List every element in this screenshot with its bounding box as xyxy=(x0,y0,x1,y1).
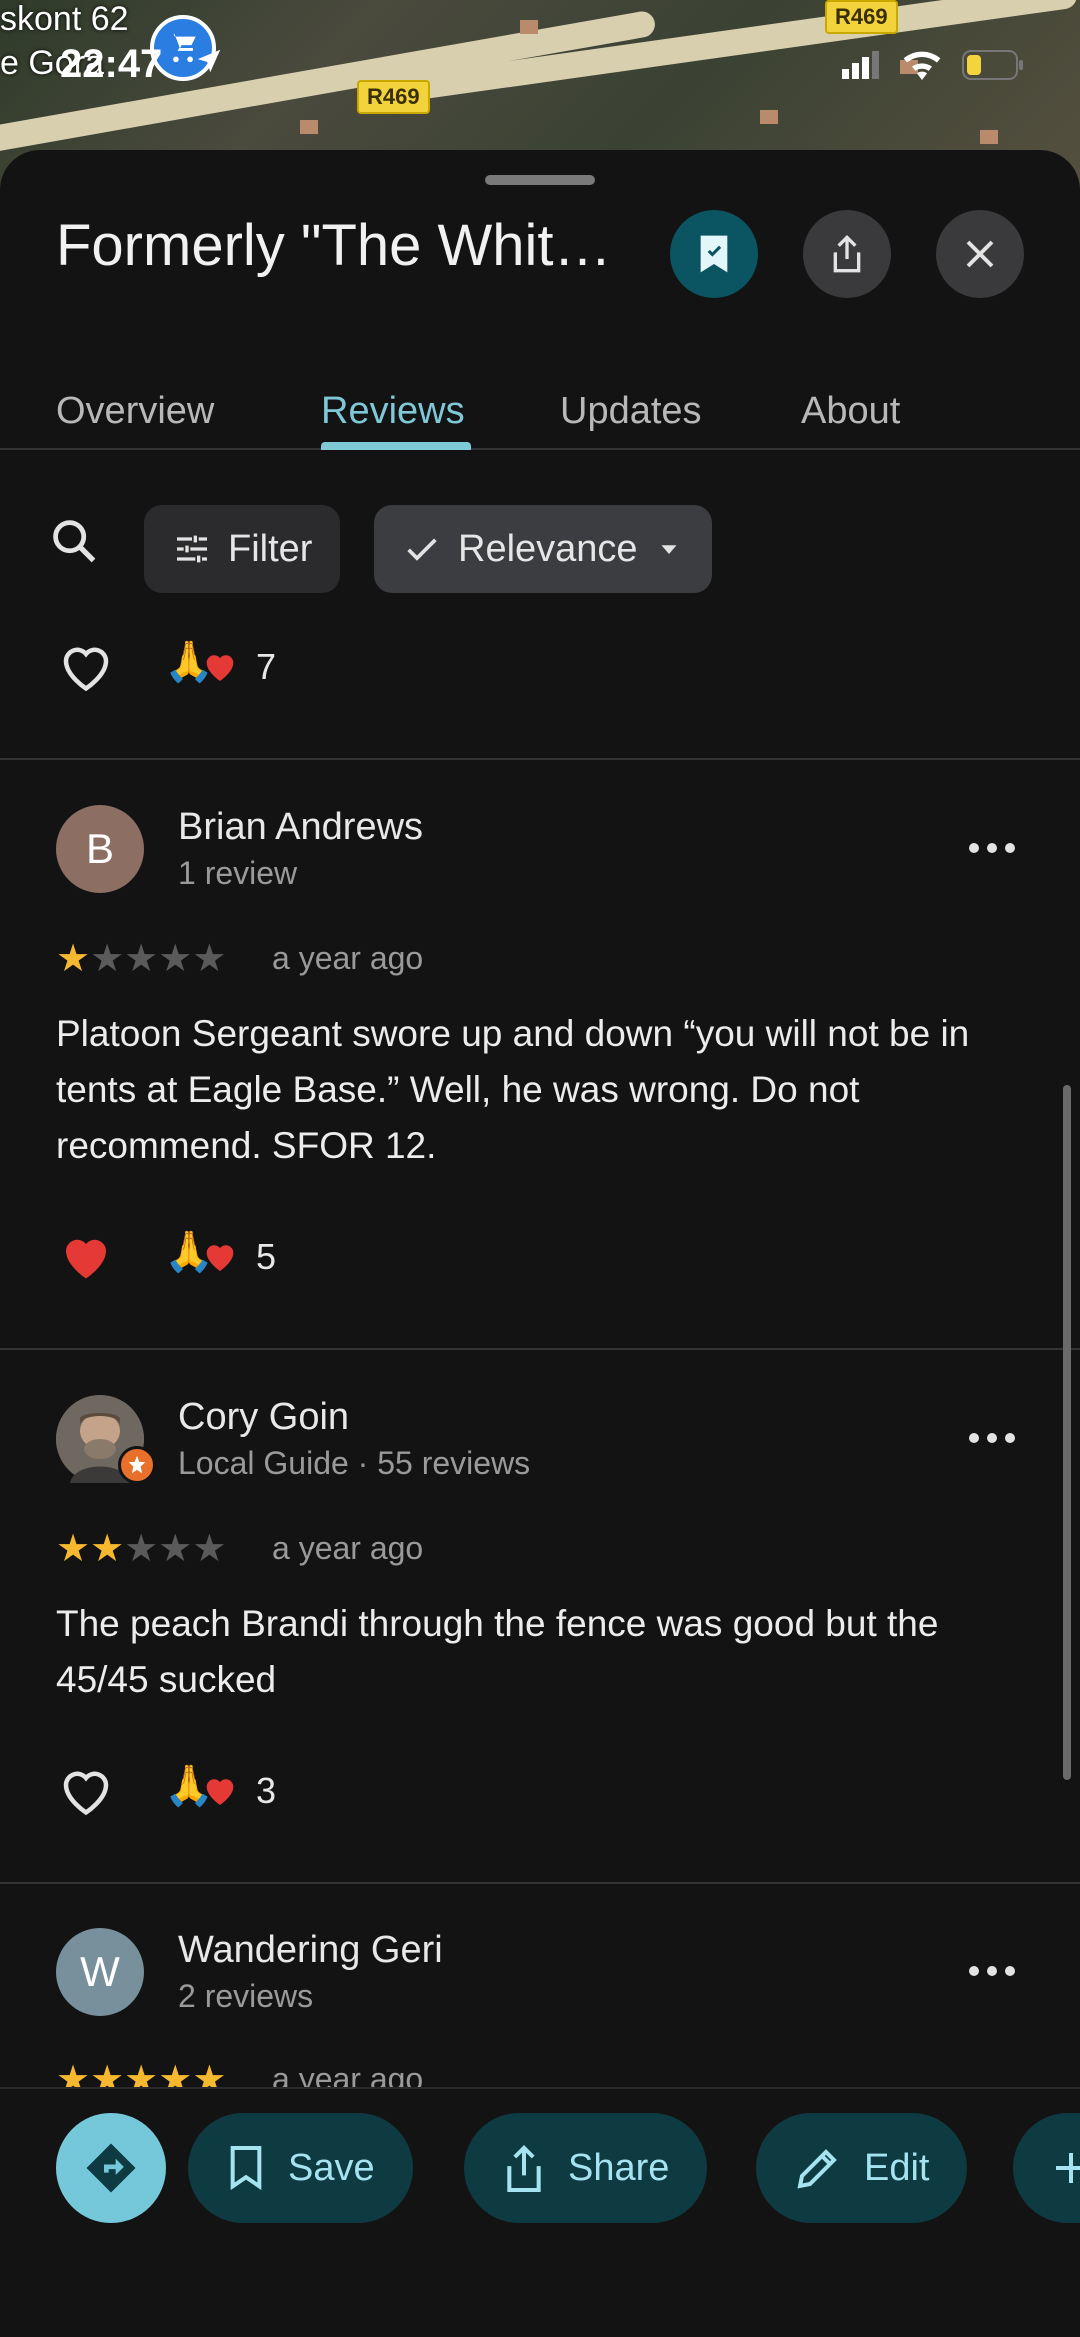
heart-emoji-icon xyxy=(206,655,234,681)
like-button[interactable] xyxy=(56,1228,116,1289)
close-icon xyxy=(966,240,994,268)
map-road-tag: R469 xyxy=(825,0,898,34)
location-arrow-icon xyxy=(197,49,221,73)
heart-emoji-icon xyxy=(206,1245,234,1271)
star-empty-icon: ★ xyxy=(124,1528,158,1570)
pencil-icon xyxy=(797,2149,837,2189)
heart-outline-icon xyxy=(63,1771,109,1816)
reaction-count: 7 xyxy=(256,646,277,687)
reviewer-name[interactable]: Brian Andrews xyxy=(178,806,423,849)
share-icon xyxy=(507,2144,541,2193)
more-options-icon[interactable] xyxy=(969,838,1029,858)
edit-button[interactable]: Edit xyxy=(756,2113,968,2223)
review-date: a year ago xyxy=(272,1530,424,1566)
bottom-action-bar: Save Share Edit xyxy=(0,2087,1080,2337)
bookmark-saved-icon xyxy=(700,235,728,273)
place-sheet: Formerly "The Whit… Overview Reviews Upd… xyxy=(0,150,1080,2337)
filter-label: Filter xyxy=(228,527,313,570)
reviewer-meta: Local Guide · 55 reviews xyxy=(178,1445,531,1481)
reviewer-name[interactable]: Wandering Geri xyxy=(178,1929,443,1972)
map-road-tag: R469 xyxy=(357,80,430,114)
more-options-icon[interactable] xyxy=(969,1961,1029,1981)
more-actions-button[interactable] xyxy=(1013,2113,1080,2223)
search-reviews-button[interactable] xyxy=(48,515,100,572)
place-title: Formerly "The Whit… xyxy=(56,213,612,278)
sort-relevance-chip[interactable]: Relevance xyxy=(374,505,712,593)
heart-emoji-icon xyxy=(206,1779,234,1805)
status-time: 22:47 xyxy=(60,42,163,86)
saved-button[interactable] xyxy=(670,210,758,298)
map-place-label: skont 62 xyxy=(0,0,129,38)
reviewer-meta: 1 review xyxy=(178,855,298,891)
star-filled-icon: ★ xyxy=(90,1528,124,1570)
review-divider xyxy=(0,1882,1080,1884)
review-text: The peach Brandi through the fence was g… xyxy=(56,1603,939,1700)
reaction-count: 5 xyxy=(256,1236,277,1277)
avatar[interactable]: B xyxy=(56,805,144,893)
tab-reviews[interactable]: Reviews xyxy=(321,390,465,433)
directions-button[interactable] xyxy=(56,2113,166,2223)
like-button[interactable] xyxy=(56,1762,116,1823)
share-label: Share xyxy=(568,2146,670,2189)
reviewer-name[interactable]: Cory Goin xyxy=(178,1396,349,1439)
reviewer-meta: 2 reviews xyxy=(178,1978,314,2014)
heart-filled-icon xyxy=(66,1239,106,1279)
star-filled-icon: ★ xyxy=(56,938,90,980)
share-icon-button[interactable] xyxy=(803,210,891,298)
heart-outline-icon xyxy=(63,647,109,692)
star-filled-icon: ★ xyxy=(56,1528,90,1570)
tune-icon xyxy=(177,535,207,563)
wifi-icon xyxy=(903,51,941,80)
filter-chip[interactable]: Filter xyxy=(144,505,341,593)
review-text: Platoon Sergeant swore up and down “you … xyxy=(56,1013,970,1166)
checkmark-icon xyxy=(407,538,437,561)
edit-label: Edit xyxy=(864,2146,930,2189)
plus-icon xyxy=(1056,2153,1080,2183)
cellular-signal-icon xyxy=(842,51,879,79)
sort-label: Relevance xyxy=(458,527,638,570)
save-button[interactable]: Save xyxy=(188,2113,413,2223)
local-guide-badge-icon xyxy=(118,1446,156,1484)
review-divider xyxy=(0,758,1080,760)
tab-bar: Overview Reviews Updates About xyxy=(0,360,1080,450)
close-button[interactable] xyxy=(936,210,1024,298)
search-icon xyxy=(53,520,96,563)
star-empty-icon: ★ xyxy=(124,938,158,980)
like-button[interactable] xyxy=(56,638,116,699)
share-button[interactable]: Share xyxy=(464,2113,708,2223)
scrollbar[interactable] xyxy=(1063,1085,1071,1780)
directions-icon xyxy=(86,2143,136,2193)
star-empty-icon: ★ xyxy=(192,1528,226,1570)
star-empty-icon: ★ xyxy=(158,938,192,980)
map-house xyxy=(980,130,998,144)
bookmark-icon xyxy=(230,2146,262,2191)
star-rating: ★ ★ ★ ★ ★ xyxy=(56,936,226,981)
tab-overview[interactable]: Overview xyxy=(56,390,214,433)
tab-updates[interactable]: Updates xyxy=(560,390,702,433)
tab-about[interactable]: About xyxy=(801,390,900,433)
avatar[interactable]: W xyxy=(56,1928,144,2016)
battery-icon xyxy=(962,50,1023,80)
reaction-count: 3 xyxy=(256,1770,277,1811)
share-icon xyxy=(833,234,861,273)
status-icons xyxy=(197,49,1024,80)
review-divider xyxy=(0,1348,1080,1350)
star-empty-icon: ★ xyxy=(90,938,124,980)
more-options-icon[interactable] xyxy=(969,1428,1029,1448)
star-empty-icon: ★ xyxy=(192,938,226,980)
save-label: Save xyxy=(288,2146,375,2189)
review-date: a year ago xyxy=(272,940,424,976)
map-house xyxy=(520,20,538,34)
reviews-toolbar: Filter Relevance xyxy=(0,485,1080,593)
sheet-grabber[interactable] xyxy=(485,175,595,185)
map-house xyxy=(760,110,778,124)
dropdown-arrow-icon xyxy=(661,545,677,554)
star-empty-icon: ★ xyxy=(158,1528,192,1570)
star-rating: ★ ★ ★ ★ ★ xyxy=(56,1526,226,1571)
active-tab-indicator xyxy=(321,442,471,450)
map-house xyxy=(300,120,318,134)
